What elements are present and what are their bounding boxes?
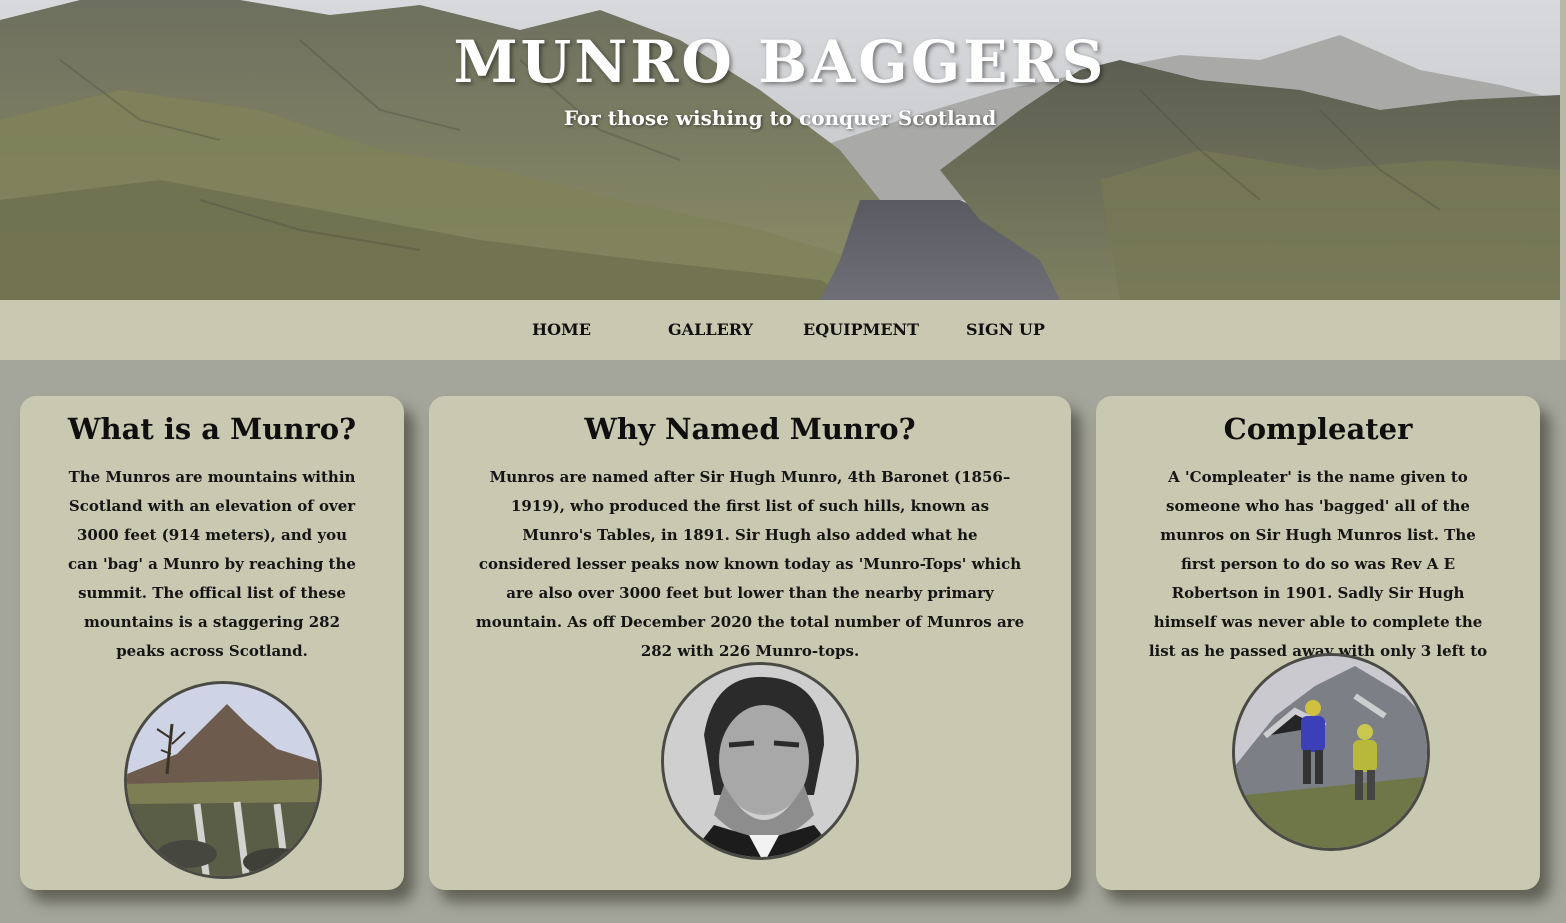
main-nav: HOME GALLERY EQUIPMENT SIGN UP [0, 300, 1560, 360]
card-title: Why Named Munro? [584, 412, 916, 446]
mountain-waterfall-photo [124, 681, 322, 879]
hero-banner: MUNRO BAGGERS For those wishing to conqu… [0, 0, 1560, 300]
card-text: The Munros are mountains within Scotland… [68, 468, 356, 660]
nav-gallery-link[interactable]: GALLERY [668, 320, 753, 339]
card-compleater: Compleater A 'Compleater' is the name gi… [1096, 396, 1540, 890]
site-title: MUNRO BAGGERS [453, 28, 1107, 96]
card-what-is-a-munro: What is a Munro? The Munros are mountain… [20, 396, 404, 890]
card-why-named-munro: Why Named Munro? Munros are named after … [429, 396, 1071, 890]
nav-home-link[interactable]: HOME [532, 320, 591, 339]
card-title: Compleater [1223, 412, 1413, 446]
page-edge [1560, 0, 1566, 360]
nav-sign-up-link[interactable]: SIGN UP [966, 320, 1045, 339]
hikers-photo [1232, 653, 1430, 851]
portrait-photo [661, 662, 859, 860]
site-subtitle: For those wishing to conquer Scotland [563, 106, 997, 130]
nav-equipment-link[interactable]: EQUIPMENT [803, 320, 919, 339]
card-title: What is a Munro? [67, 412, 357, 446]
card-text: Munros are named after Sir Hugh Munro, 4… [475, 468, 1025, 660]
